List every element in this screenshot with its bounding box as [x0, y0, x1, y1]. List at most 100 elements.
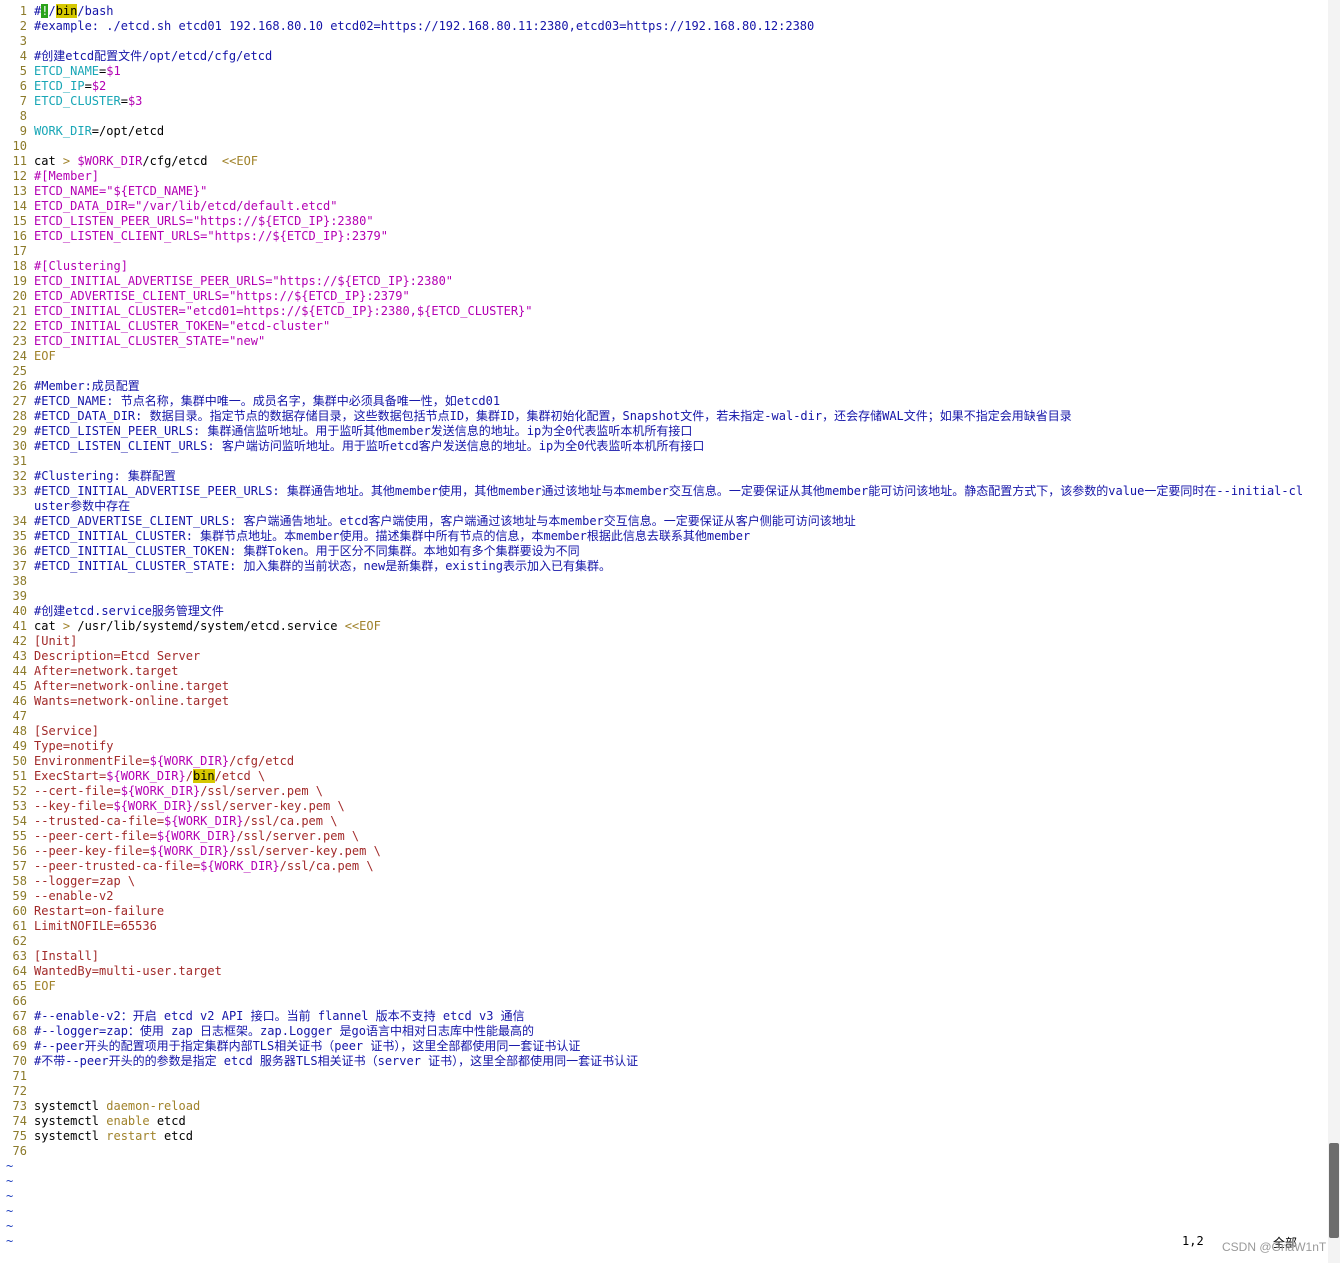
- code-line[interactable]: 8: [0, 109, 1322, 124]
- code-line[interactable]: 34 #ETCD_ADVERTISE_CLIENT_URLS: 客户端通告地址。e…: [0, 514, 1322, 529]
- code-line[interactable]: 75 systemctl restart etcd: [0, 1129, 1322, 1144]
- line-text: cat > $WORK_DIR/cfg/etcd <<EOF: [34, 154, 1308, 169]
- code-line[interactable]: 52 --cert-file=${WORK_DIR}/ssl/server.pem…: [0, 784, 1322, 799]
- code-line[interactable]: 44 After=network.target: [0, 664, 1322, 679]
- line-number: 70: [12, 1054, 27, 1068]
- code-line[interactable]: 33 #ETCD_INITIAL_ADVERTISE_PEER_URLS: 集群通…: [0, 484, 1322, 514]
- code-line[interactable]: 17: [0, 244, 1322, 259]
- code-token: #ETCD_INITIAL_ADVERTISE_PEER_URLS: 集群通告地…: [34, 484, 1304, 513]
- code-line[interactable]: 12 #[Member]: [0, 169, 1322, 184]
- code-line[interactable]: 22 ETCD_INITIAL_CLUSTER_TOKEN="etcd-clust…: [0, 319, 1322, 334]
- code-line[interactable]: 48 [Service]: [0, 724, 1322, 739]
- code-line[interactable]: 19 ETCD_INITIAL_ADVERTISE_PEER_URLS="http…: [0, 274, 1322, 289]
- code-line[interactable]: 58 --logger=zap \: [0, 874, 1322, 889]
- code-line[interactable]: 66: [0, 994, 1322, 1009]
- code-line[interactable]: 61 LimitNOFILE=65536: [0, 919, 1322, 934]
- code-line[interactable]: 41 cat > /usr/lib/systemd/system/etcd.ser…: [0, 619, 1322, 634]
- code-line[interactable]: 64 WantedBy=multi-user.target: [0, 964, 1322, 979]
- code-line[interactable]: 42 [Unit]: [0, 634, 1322, 649]
- code-line[interactable]: 6 ETCD_IP=$2: [0, 79, 1322, 94]
- code-line[interactable]: 20 ETCD_ADVERTISE_CLIENT_URLS="https://${…: [0, 289, 1322, 304]
- code-line[interactable]: 59 --enable-v2: [0, 889, 1322, 904]
- code-line[interactable]: 67 #--enable-v2：开启 etcd v2 API 接口。当前 flan…: [0, 1009, 1322, 1024]
- code-line[interactable]: 31: [0, 454, 1322, 469]
- code-line[interactable]: 10: [0, 139, 1322, 154]
- line-text: --logger=zap \: [34, 874, 1308, 889]
- code-line[interactable]: 30 #ETCD_LISTEN_CLIENT_URLS: 客户端访问监听地址。用于…: [0, 439, 1322, 454]
- code-line[interactable]: 72: [0, 1084, 1322, 1099]
- code-line[interactable]: 26 #Member:成员配置: [0, 379, 1322, 394]
- line-text: Wants=network-online.target: [34, 694, 1308, 709]
- code-line[interactable]: 36 #ETCD_INITIAL_CLUSTER_TOKEN: 集群Token。用…: [0, 544, 1322, 559]
- code-line[interactable]: 47: [0, 709, 1322, 724]
- code-line[interactable]: 46 Wants=network-online.target: [0, 694, 1322, 709]
- code-line[interactable]: 35 #ETCD_INITIAL_CLUSTER: 集群节点地址。本member使…: [0, 529, 1322, 544]
- code-line[interactable]: 4 #创建etcd配置文件/opt/etcd/cfg/etcd: [0, 49, 1322, 64]
- code-line[interactable]: 60 Restart=on-failure: [0, 904, 1322, 919]
- code-line[interactable]: 38: [0, 574, 1322, 589]
- code-token: ETCD_INITIAL_CLUSTER_TOKEN="etcd-cluster…: [34, 319, 331, 333]
- line-number: 29: [12, 424, 27, 438]
- code-line[interactable]: 65 EOF: [0, 979, 1322, 994]
- code-token: WantedBy=multi-user.target: [34, 964, 222, 978]
- code-line[interactable]: 57 --peer-trusted-ca-file=${WORK_DIR}/ssl…: [0, 859, 1322, 874]
- line-text: #!/bin/bash: [34, 4, 1308, 19]
- scrollbar-thumb[interactable]: [1329, 1143, 1339, 1238]
- code-line[interactable]: 2 #example: ./etcd.sh etcd01 192.168.80.1…: [0, 19, 1322, 34]
- code-line[interactable]: 23 ETCD_INITIAL_CLUSTER_STATE="new": [0, 334, 1322, 349]
- code-line[interactable]: 70 #不带--peer开头的的参数是指定 etcd 服务器TLS相关证书（ser…: [0, 1054, 1322, 1069]
- code-line[interactable]: 27 #ETCD_NAME: 节点名称，集群中唯一。成员名字，集群中必须具备唯一性…: [0, 394, 1322, 409]
- code-token: /cfg/etcd: [229, 754, 295, 768]
- code-line[interactable]: 9 WORK_DIR=/opt/etcd: [0, 124, 1322, 139]
- code-line[interactable]: 15 ETCD_LISTEN_PEER_URLS="https://${ETCD_…: [0, 214, 1322, 229]
- code-token: --logger=zap \: [34, 874, 136, 888]
- code-line[interactable]: 16 ETCD_LISTEN_CLIENT_URLS="https://${ETC…: [0, 229, 1322, 244]
- code-line[interactable]: 40 #创建etcd.service服务管理文件: [0, 604, 1322, 619]
- code-line[interactable]: 37 #ETCD_INITIAL_CLUSTER_STATE: 加入集群的当前状态…: [0, 559, 1322, 574]
- code-line[interactable]: 13 ETCD_NAME="${ETCD_NAME}": [0, 184, 1322, 199]
- code-token: /etcd \: [214, 769, 266, 783]
- code-token: --key-file=: [34, 799, 114, 813]
- code-line[interactable]: 1 #!/bin/bash: [0, 4, 1322, 19]
- scrollbar[interactable]: [1328, 0, 1340, 1263]
- code-line[interactable]: 29 #ETCD_LISTEN_PEER_URLS: 集群通信监听地址。用于监听其…: [0, 424, 1322, 439]
- code-line[interactable]: 54 --trusted-ca-file=${WORK_DIR}/ssl/ca.p…: [0, 814, 1322, 829]
- code-line[interactable]: 32 #Clustering: 集群配置: [0, 469, 1322, 484]
- line-text: After=network.target: [34, 664, 1308, 679]
- code-line[interactable]: 49 Type=notify: [0, 739, 1322, 754]
- code-line[interactable]: 11 cat > $WORK_DIR/cfg/etcd <<EOF: [0, 154, 1322, 169]
- code-token: cat: [34, 619, 63, 633]
- code-line[interactable]: 74 systemctl enable etcd: [0, 1114, 1322, 1129]
- code-line[interactable]: 63 [Install]: [0, 949, 1322, 964]
- line-text: [Install]: [34, 949, 1308, 964]
- code-line[interactable]: 71: [0, 1069, 1322, 1084]
- code-line[interactable]: 50 EnvironmentFile=${WORK_DIR}/cfg/etcd: [0, 754, 1322, 769]
- code-line[interactable]: 3: [0, 34, 1322, 49]
- code-line[interactable]: 62: [0, 934, 1322, 949]
- code-token: systemctl: [34, 1099, 107, 1113]
- code-line[interactable]: 21 ETCD_INITIAL_CLUSTER="etcd01=https://$…: [0, 304, 1322, 319]
- code-token: $3: [127, 94, 143, 108]
- code-line[interactable]: 7 ETCD_CLUSTER=$3: [0, 94, 1322, 109]
- vim-editor[interactable]: 1 #!/bin/bash 2 #example: ./etcd.sh etcd01 …: [0, 4, 1322, 1249]
- line-number: 17: [12, 244, 27, 258]
- line-number: 71: [12, 1069, 27, 1083]
- code-line[interactable]: 39: [0, 589, 1322, 604]
- line-text: #Clustering: 集群配置: [34, 469, 1308, 484]
- code-line[interactable]: 5 ETCD_NAME=$1: [0, 64, 1322, 79]
- code-line[interactable]: 18 #[Clustering]: [0, 259, 1322, 274]
- code-line[interactable]: 53 --key-file=${WORK_DIR}/ssl/server-key.…: [0, 799, 1322, 814]
- code-line[interactable]: 73 systemctl daemon-reload: [0, 1099, 1322, 1114]
- code-line[interactable]: 76: [0, 1144, 1322, 1159]
- code-line[interactable]: 24 EOF: [0, 349, 1322, 364]
- code-line[interactable]: 14 ETCD_DATA_DIR="/var/lib/etcd/default.e…: [0, 199, 1322, 214]
- code-line[interactable]: 25: [0, 364, 1322, 379]
- code-line[interactable]: 43 Description=Etcd Server: [0, 649, 1322, 664]
- code-line[interactable]: 55 --peer-cert-file=${WORK_DIR}/ssl/serve…: [0, 829, 1322, 844]
- code-line[interactable]: 56 --peer-key-file=${WORK_DIR}/ssl/server…: [0, 844, 1322, 859]
- code-line[interactable]: 45 After=network-online.target: [0, 679, 1322, 694]
- code-line[interactable]: 68 #--logger=zap：使用 zap 日志框架。zap.Logger 是…: [0, 1024, 1322, 1039]
- code-line[interactable]: 69 #--peer开头的配置项用于指定集群内部TLS相关证书（peer 证书），…: [0, 1039, 1322, 1054]
- code-line[interactable]: 51 ExecStart=${WORK_DIR}/bin/etcd \: [0, 769, 1322, 784]
- code-line[interactable]: 28 #ETCD_DATA_DIR: 数据目录。指定节点的数据存储目录，这些数据包…: [0, 409, 1322, 424]
